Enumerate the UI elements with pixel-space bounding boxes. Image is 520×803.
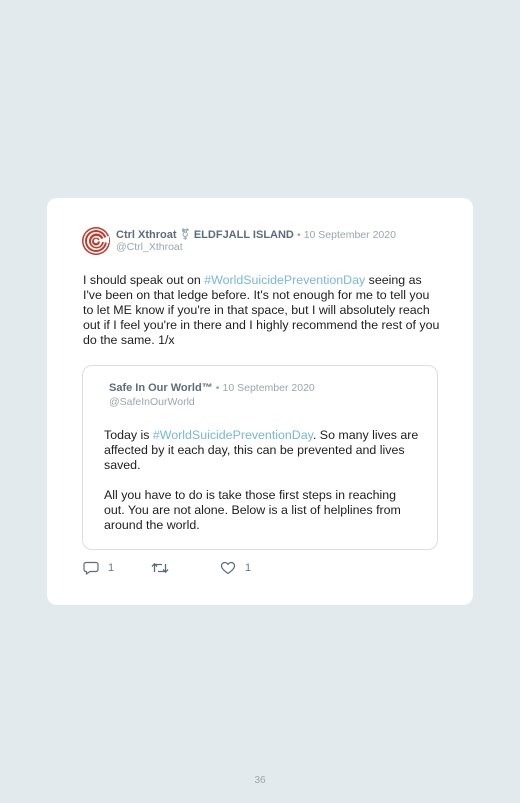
tweet-header: Ctrl Xthroat ⚧ ELDFJALL ISLAND • 10 Sept…	[116, 228, 396, 241]
like-icon	[220, 561, 236, 575]
quoted-tweet[interactable]: Safe In Our World™ • 10 September 2020 @…	[82, 365, 438, 550]
tweet-text: I should speak out on #WorldSuicidePreve…	[83, 273, 443, 348]
like-button[interactable]: 1	[220, 560, 251, 576]
tweet-card: Ctrl Xthroat ⚧ ELDFJALL ISLAND • 10 Sept…	[47, 198, 473, 605]
hashtag-link[interactable]: #WorldSuicidePreventionDay	[204, 273, 365, 287]
separator-dot: •	[296, 229, 301, 241]
page-number: 36	[254, 775, 266, 786]
author-handle[interactable]: @Ctrl_Xthroat	[116, 241, 183, 253]
quoted-text: Today is #WorldSuicidePreventionDay. So …	[104, 428, 419, 548]
hashtag-link[interactable]: #WorldSuicidePreventionDay	[153, 428, 313, 442]
quoted-header: Safe In Our World™ • 10 September 2020	[109, 382, 315, 394]
retweet-button[interactable]	[151, 560, 178, 576]
quoted-date[interactable]: 10 September 2020	[223, 382, 315, 394]
reply-icon	[83, 561, 99, 575]
transgender-symbol: ⚧	[180, 229, 190, 241]
author-name[interactable]: Ctrl Xthroat	[116, 229, 177, 241]
quoted-author-name[interactable]: Safe In Our World™	[109, 382, 213, 394]
tweet-date[interactable]: 10 September 2020	[304, 229, 396, 241]
retweet-icon	[151, 561, 169, 575]
quoted-paragraph: All you have to do is take those first s…	[104, 488, 401, 532]
tweet-text-part: I should speak out on	[83, 273, 205, 287]
quoted-handle[interactable]: @SafeInOurWorld	[109, 396, 195, 408]
tweet-actions: 1 1	[83, 560, 443, 576]
like-count: 1	[245, 562, 252, 574]
quoted-paragraph: Today is #WorldSuicidePreventionDay. So …	[104, 428, 419, 473]
author-location: ELDFJALL ISLAND	[193, 229, 294, 241]
separator-dot: •	[215, 382, 220, 394]
avatar[interactable]	[81, 226, 111, 256]
quoted-text-part: Today is	[104, 428, 153, 442]
reply-count: 1	[108, 562, 115, 574]
reply-button[interactable]: 1	[83, 560, 114, 576]
